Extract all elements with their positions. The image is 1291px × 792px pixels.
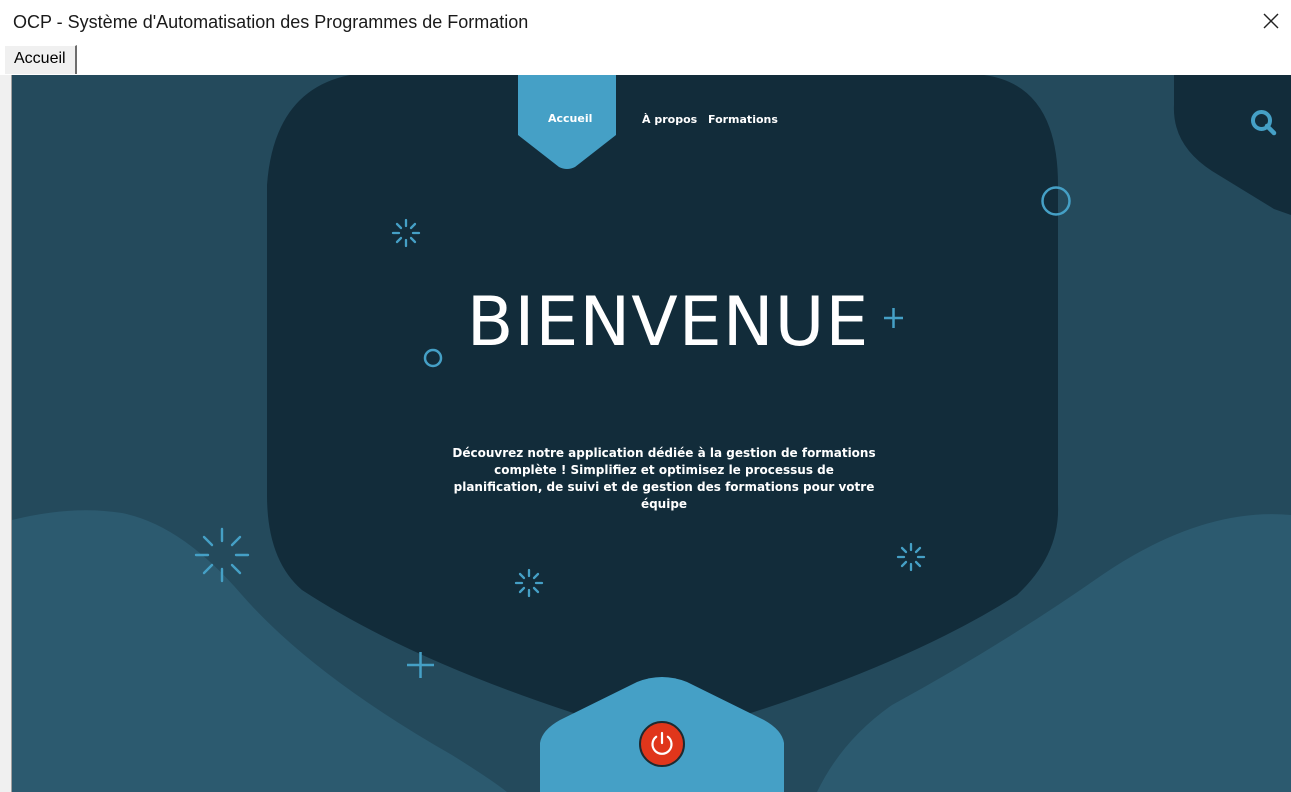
window-title: OCP - Système d'Automatisation des Progr… (13, 12, 529, 32)
welcome-page: Accueil À propos Formations BIENVENUE Dé… (12, 75, 1291, 792)
nav-link-formations[interactable]: Formations (708, 113, 778, 126)
hero-title: BIENVENUE (466, 283, 870, 362)
nav-link-a-propos[interactable]: À propos (642, 113, 697, 126)
hero-description: Découvrez notre application dédiée à la … (452, 446, 876, 511)
nav-tab-accueil[interactable]: Accueil (548, 112, 592, 125)
tab-accueil[interactable]: Accueil (4, 45, 77, 74)
tab-strip: Accueil (0, 45, 1291, 75)
search-icon[interactable] (1249, 108, 1277, 136)
power-button[interactable] (639, 721, 685, 767)
power-icon (651, 731, 673, 755)
background-artwork (12, 75, 1291, 792)
frame-left-edge (0, 75, 12, 792)
close-icon[interactable] (1259, 9, 1283, 33)
tab-accueil-label: Accueil (14, 50, 66, 67)
window-titlebar: OCP - Système d'Automatisation des Progr… (0, 0, 1291, 45)
